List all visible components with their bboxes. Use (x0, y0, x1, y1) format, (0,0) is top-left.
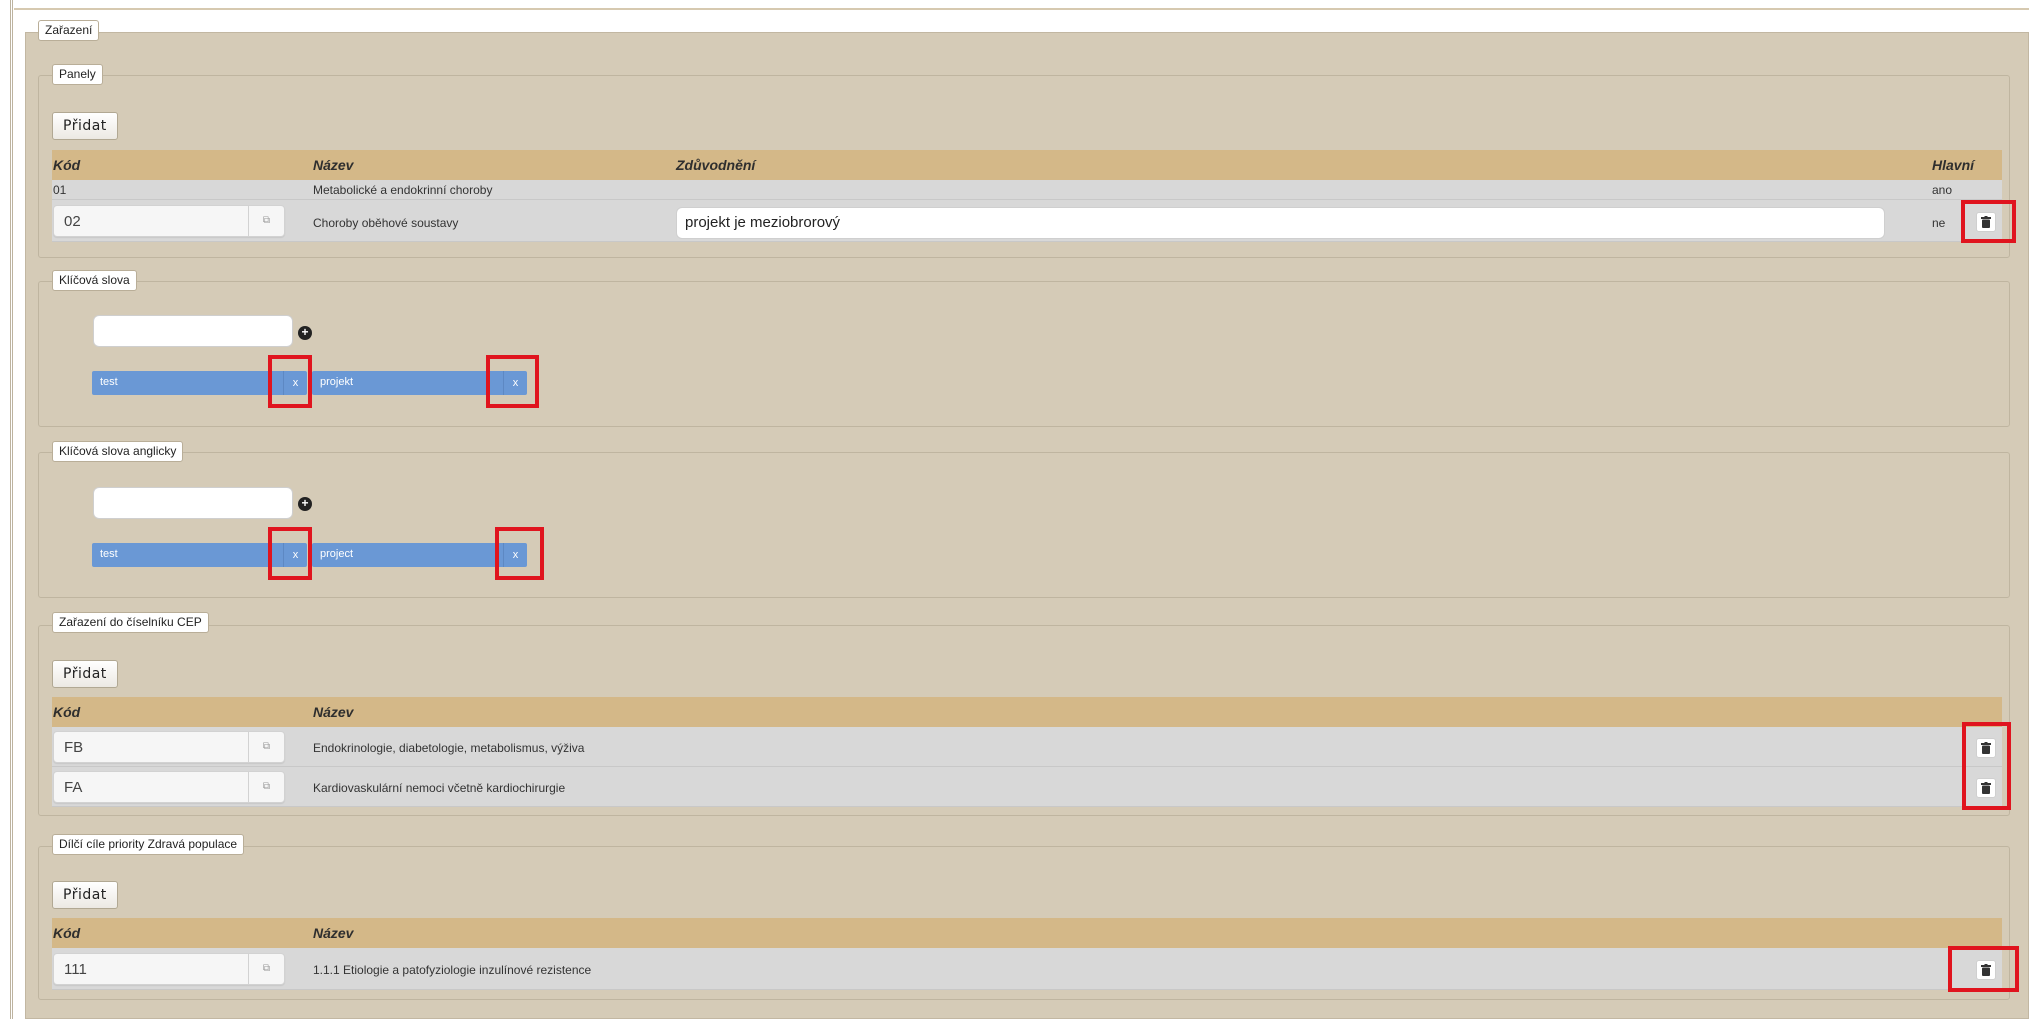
cep-header: Kód Název (52, 697, 2002, 727)
cep-add-button[interactable]: Přidat (52, 660, 118, 688)
keyword-input[interactable] (93, 315, 293, 347)
klicova-slova-legend: Klíčová slova (52, 270, 137, 291)
row-nazev: 1.1.1 Etiologie a patofyziologie inzulín… (313, 963, 592, 977)
plus-circle-icon[interactable]: + (298, 326, 312, 340)
row-kod: 01 (53, 183, 67, 197)
dilci-legend: Dílčí cíle priority Zdravá populace (52, 834, 245, 855)
table-row: 01 Metabolické a endokrinní choroby ano (52, 180, 2002, 200)
highlight-box (1948, 946, 2019, 992)
col-hlavni: Hlavní (1932, 157, 1975, 173)
keyword-tag-label: test (100, 548, 118, 560)
cep-legend: Zařazení do číselníku CEP (52, 612, 209, 633)
row-nazev: Metabolické a endokrinní choroby (313, 183, 493, 197)
col-nazev: Název (313, 157, 354, 173)
klicova-slova-fieldset (38, 281, 2010, 427)
left-frame (10, 0, 13, 1019)
row-nazev: Kardiovaskulární nemoci včetně kardiochi… (313, 781, 566, 795)
kod-value: FB (64, 739, 84, 756)
panely-legend: Panely (52, 64, 103, 85)
row-hlavni: ano (1932, 183, 1953, 197)
col-nazev: Název (313, 925, 354, 941)
keyword-tag-label: project (320, 548, 354, 560)
zduvodneni-input[interactable]: projekt je meziobrorový (676, 207, 1885, 239)
keyword-tag-label: projekt (320, 376, 354, 388)
lookup-icon[interactable]: ⧉ (248, 954, 284, 984)
col-zduvodneni: Zdůvodnění (676, 157, 756, 173)
highlight-box (1962, 722, 2011, 810)
keyword-tag-label: test (100, 376, 118, 388)
top-divider (14, 0, 2029, 10)
kod-combo[interactable]: FA ⧉ (53, 771, 285, 803)
highlight-box (268, 527, 312, 580)
dilci-add-button[interactable]: Přidat (52, 881, 118, 909)
kod-combo[interactable]: 111 ⧉ (53, 953, 285, 985)
dilci-header: Kód Název (52, 918, 2002, 948)
table-row: 02 ⧉ Choroby oběhové soustavy projekt je… (52, 200, 2002, 242)
panely-header: Kód Název Zdůvodnění Hlavní (52, 150, 2002, 180)
lookup-icon[interactable]: ⧉ (248, 732, 284, 762)
kod-combo[interactable]: FB ⧉ (53, 731, 285, 763)
kod-value: 02 (64, 213, 81, 230)
table-row: FB ⧉ Endokrinologie, diabetologie, metab… (52, 727, 2002, 767)
highlight-box (268, 355, 312, 408)
kod-value: 111 (64, 961, 87, 978)
row-hlavni: ne (1932, 216, 1946, 230)
klicova-slova-en-legend: Klíčová slova anglicky (52, 441, 184, 462)
keyword-en-input[interactable] (93, 487, 293, 519)
klicova-slova-en-fieldset (38, 452, 2010, 598)
lookup-icon[interactable]: ⧉ (248, 206, 284, 236)
lookup-icon[interactable]: ⧉ (248, 772, 284, 802)
table-row: 111 ⧉ 1.1.1 Etiologie a patofyziologie i… (52, 948, 2002, 990)
panely-add-button[interactable]: Přidat (52, 112, 118, 140)
section-title: Zařazení (38, 20, 100, 41)
kod-value: FA (64, 779, 83, 796)
highlight-box (1961, 200, 2016, 243)
col-kod: Kód (53, 925, 81, 941)
col-kod: Kód (53, 157, 81, 173)
col-kod: Kód (53, 704, 81, 720)
col-nazev: Název (313, 704, 354, 720)
kod-combo[interactable]: 02 ⧉ (53, 205, 285, 237)
row-nazev: Choroby oběhové soustavy (313, 216, 459, 230)
table-row: FA ⧉ Kardiovaskulární nemoci včetně kard… (52, 767, 2002, 807)
highlight-box (486, 355, 539, 408)
plus-circle-icon[interactable]: + (298, 497, 312, 511)
row-nazev: Endokrinologie, diabetologie, metabolism… (313, 741, 585, 755)
highlight-box (495, 527, 544, 580)
